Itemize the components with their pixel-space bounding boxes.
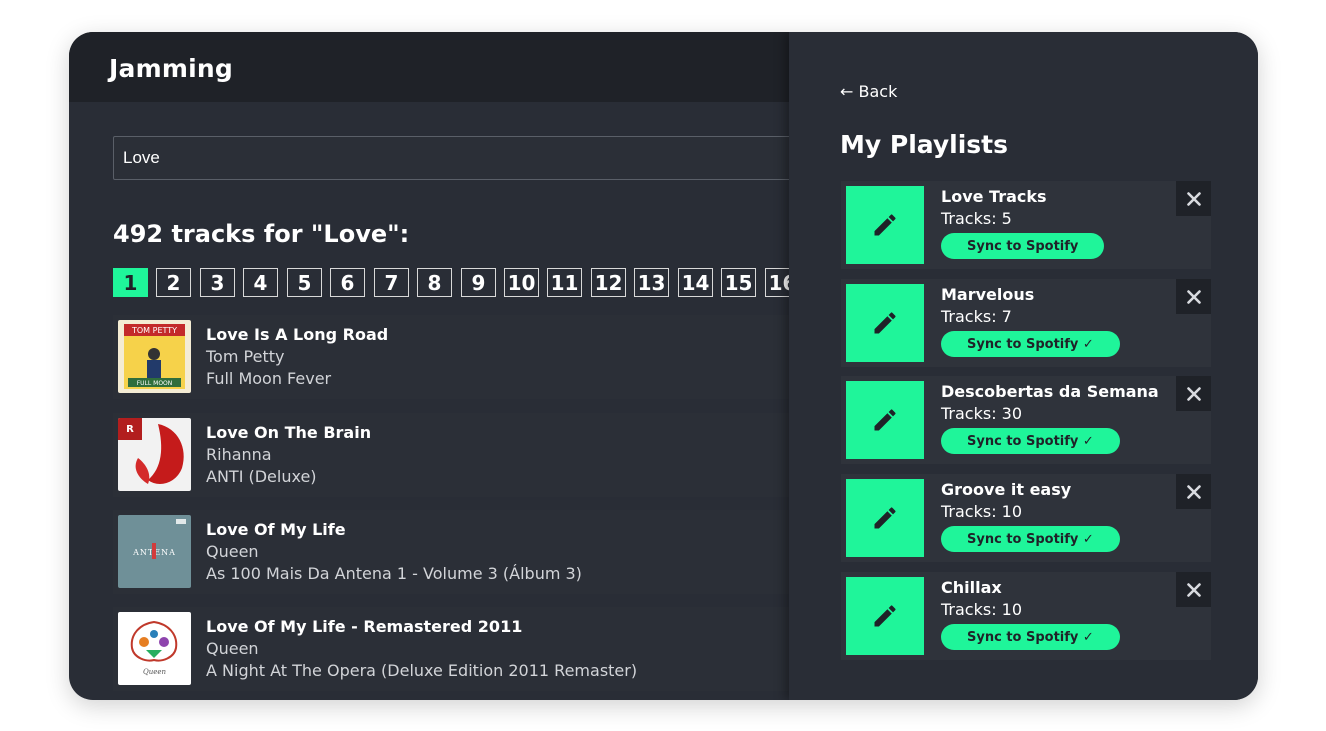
app-title: Jamming: [109, 54, 233, 83]
cover-subtext: FULL MOON: [137, 380, 173, 387]
track-row[interactable]: Queen Love Of My Life - Remastered 2011 …: [113, 607, 813, 691]
page-button-6[interactable]: 6: [330, 268, 365, 297]
track-title: Love On The Brain: [206, 423, 372, 442]
track-artist: Queen: [206, 542, 259, 561]
close-icon: [1186, 289, 1201, 304]
track-row[interactable]: ANTENA Love Of My Life Queen As 100 Mais…: [113, 510, 813, 594]
playlist-track-count: Tracks: 30: [941, 404, 1023, 423]
edit-playlist-button[interactable]: [846, 577, 924, 655]
page-button-3[interactable]: 3: [200, 268, 235, 297]
panel-title: My Playlists: [840, 130, 1009, 159]
playlist-name: Groove it easy: [941, 480, 1072, 499]
cover-text: R: [126, 424, 134, 435]
page-button-12[interactable]: 12: [591, 268, 626, 297]
page-button-15[interactable]: 15: [721, 268, 756, 297]
playlist-card: Marvelous Tracks: 7 Sync to Spotify ✓: [841, 279, 1211, 367]
app-window: Jamming 492 tracks for "Love": 1 2 3 4 5…: [69, 32, 1258, 700]
page-button-9[interactable]: 9: [461, 268, 496, 297]
playlist-track-count: Tracks: 5: [941, 209, 1012, 228]
track-artist: Tom Petty: [206, 347, 285, 366]
page-button-1[interactable]: 1: [113, 268, 148, 297]
page-button-5[interactable]: 5: [287, 268, 322, 297]
sync-to-spotify-button[interactable]: Sync to Spotify: [941, 233, 1105, 259]
pencil-icon: [874, 507, 896, 529]
playlist-name: Marvelous: [941, 285, 1035, 304]
search-input[interactable]: [113, 136, 813, 180]
page-button-14[interactable]: 14: [678, 268, 713, 297]
album-cover: Queen: [118, 612, 191, 685]
page-button-2[interactable]: 2: [156, 268, 191, 297]
track-album: ANTI (Deluxe): [206, 467, 317, 486]
track-artist: Queen: [206, 639, 259, 658]
edit-playlist-button[interactable]: [846, 479, 924, 557]
playlist-card: Descobertas da Semana Tracks: 30 Sync to…: [841, 376, 1211, 464]
back-link[interactable]: ← Back: [840, 82, 897, 101]
sync-to-spotify-button[interactable]: Sync to Spotify ✓: [941, 624, 1120, 650]
remove-playlist-button[interactable]: [1176, 376, 1211, 411]
playlist-card: Love Tracks Tracks: 5 Sync to Spotify: [841, 181, 1211, 269]
edit-playlist-button[interactable]: [846, 186, 924, 264]
album-cover: ANTENA: [118, 515, 191, 588]
app-header: Jamming: [69, 32, 789, 102]
playlist-name: Chillax: [941, 578, 1002, 597]
track-album: As 100 Mais Da Antena 1 - Volume 3 (Álbu…: [206, 564, 582, 583]
sync-to-spotify-button[interactable]: Sync to Spotify ✓: [941, 526, 1120, 552]
edit-playlist-button[interactable]: [846, 381, 924, 459]
close-icon: [1186, 484, 1201, 499]
cover-text: TOM PETTY: [131, 326, 177, 335]
playlist-card: Groove it easy Tracks: 10 Sync to Spotif…: [841, 474, 1211, 562]
playlist-name: Descobertas da Semana: [941, 382, 1159, 401]
remove-playlist-button[interactable]: [1176, 474, 1211, 509]
page-button-7[interactable]: 7: [374, 268, 409, 297]
playlist-track-count: Tracks: 10: [941, 600, 1023, 619]
page-button-11[interactable]: 11: [547, 268, 582, 297]
album-cover: R: [118, 418, 191, 491]
sync-to-spotify-button[interactable]: Sync to Spotify ✓: [941, 331, 1120, 357]
track-artist: Rihanna: [206, 445, 272, 464]
track-album: Full Moon Fever: [206, 369, 332, 388]
page-button-13[interactable]: 13: [634, 268, 669, 297]
edit-playlist-button[interactable]: [846, 284, 924, 362]
remove-playlist-button[interactable]: [1176, 279, 1211, 314]
track-title: Love Of My Life: [206, 520, 346, 539]
close-icon: [1186, 191, 1201, 206]
playlist-card: Chillax Tracks: 10 Sync to Spotify ✓: [841, 572, 1211, 660]
remove-playlist-button[interactable]: [1176, 181, 1211, 216]
pencil-icon: [874, 214, 896, 236]
pencil-icon: [874, 409, 896, 431]
page-button-10[interactable]: 10: [504, 268, 539, 297]
page-button-8[interactable]: 8: [417, 268, 452, 297]
track-row[interactable]: TOM PETTY FULL MOON Love Is A Long Road …: [113, 315, 813, 399]
remove-playlist-button[interactable]: [1176, 572, 1211, 607]
page-button-4[interactable]: 4: [243, 268, 278, 297]
pencil-icon: [874, 605, 896, 627]
results-heading: 492 tracks for "Love":: [113, 220, 410, 248]
track-title: Love Is A Long Road: [206, 325, 389, 344]
album-cover: TOM PETTY FULL MOON: [118, 320, 191, 393]
cover-text: Queen: [143, 668, 167, 676]
close-icon: [1186, 386, 1201, 401]
track-row[interactable]: R Love On The Brain Rihanna ANTI (Deluxe…: [113, 413, 813, 497]
track-album: A Night At The Opera (Deluxe Edition 201…: [206, 661, 638, 680]
track-title: Love Of My Life - Remastered 2011: [206, 617, 523, 636]
playlist-track-count: Tracks: 7: [941, 307, 1012, 326]
sync-to-spotify-button[interactable]: Sync to Spotify ✓: [941, 428, 1120, 454]
pencil-icon: [874, 312, 896, 334]
playlist-name: Love Tracks: [941, 187, 1047, 206]
close-icon: [1186, 582, 1201, 597]
playlists-panel: ← Back My Playlists Love Tracks Tracks: …: [789, 32, 1258, 700]
playlist-track-count: Tracks: 10: [941, 502, 1023, 521]
